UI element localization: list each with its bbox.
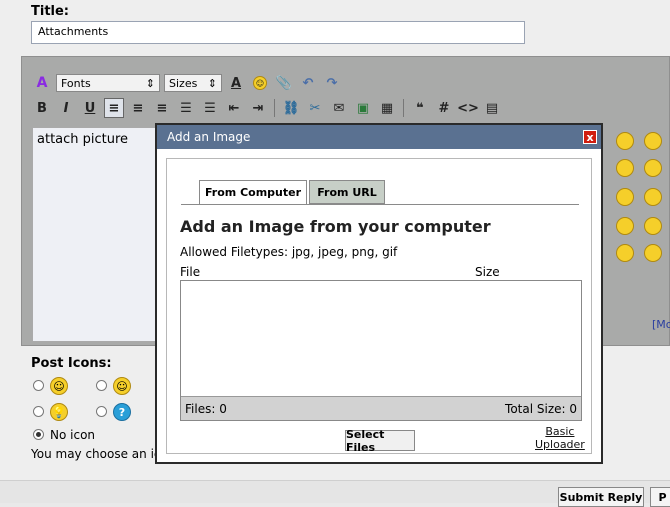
size-select[interactable]: Sizes ⇕ [164, 74, 222, 92]
eek-icon[interactable] [644, 188, 662, 206]
smile-post-icon: ☺ [50, 377, 68, 395]
choose-icon-text: You may choose an ic [31, 447, 161, 461]
smiley-icon[interactable] [616, 132, 634, 150]
bold-button[interactable]: B [32, 98, 52, 118]
align-center-icon[interactable]: ≡ [128, 98, 148, 118]
tongue-icon[interactable] [644, 217, 662, 235]
toolbar-row-1: A Fonts ⇕ Sizes ⇕ A ☺ 📎 ↶ ↷ [32, 72, 342, 94]
tab-divider [181, 204, 579, 205]
question-post-icon: ? [113, 403, 131, 421]
italic-button[interactable]: I [56, 98, 76, 118]
emoticon-picker-icon[interactable]: ☺ [250, 73, 270, 93]
tab-from-url[interactable]: From URL [309, 180, 385, 204]
email-icon[interactable]: ✉ [329, 98, 349, 118]
align-left-icon[interactable]: ≡ [104, 98, 124, 118]
outdent-icon[interactable]: ⇤ [224, 98, 244, 118]
dialog-title: Add an Image [167, 130, 251, 144]
big-grin-icon[interactable] [644, 132, 662, 150]
chevron-updown-icon: ⇕ [207, 76, 217, 90]
video-icon[interactable]: ▦ [377, 98, 397, 118]
message-textarea[interactable]: attach picture [32, 127, 162, 342]
attach-clip-icon[interactable]: 📎 [274, 73, 294, 93]
post-icon-radio[interactable] [96, 406, 107, 417]
file-list-footer: Files: 0 Total Size: 0 [181, 396, 581, 420]
redo-icon[interactable]: ↷ [322, 73, 342, 93]
no-icon-radio[interactable] [33, 429, 44, 440]
laughing-icon[interactable] [644, 159, 662, 177]
total-size: Total Size: 0 [505, 401, 577, 416]
align-right-icon[interactable]: ≡ [152, 98, 172, 118]
submit-reply-button[interactable]: Submit Reply [558, 487, 644, 507]
chevron-updown-icon: ⇕ [145, 76, 155, 90]
size-select-label: Sizes [169, 76, 198, 90]
post-icons-label: Post Icons: [31, 356, 112, 371]
post-icon-radio[interactable] [33, 406, 44, 417]
basic-uploader-link[interactable]: Basic Uploader [535, 425, 585, 451]
title-label: Title: [31, 4, 70, 19]
smiley-icon: ☺ [253, 76, 267, 90]
select-files-button[interactable]: Select Files [345, 428, 415, 454]
upload-heading: Add an Image from your computer [180, 217, 491, 236]
link-icon[interactable]: ⛓ [281, 98, 301, 118]
toolbar-divider [403, 99, 404, 117]
cool-icon[interactable] [616, 188, 634, 206]
hash-button[interactable]: # [434, 98, 454, 118]
post-icon-radio[interactable] [96, 380, 107, 391]
toolbar-divider [274, 99, 275, 117]
basic-uploader-line2: Uploader [535, 438, 585, 451]
basic-uploader-line1: Basic [545, 425, 575, 438]
allowed-filetypes: Allowed Filetypes: jpg, jpeg, png, gif [180, 245, 398, 259]
ordered-list-icon[interactable]: ☰ [176, 98, 196, 118]
underline-button[interactable]: U [80, 98, 100, 118]
unordered-list-icon[interactable]: ☰ [200, 98, 220, 118]
file-list[interactable]: Files: 0 Total Size: 0 [180, 280, 582, 421]
php-icon[interactable]: ▤ [482, 98, 502, 118]
angel-icon[interactable] [644, 244, 662, 262]
unlink-icon[interactable]: ✂ [305, 98, 325, 118]
image-icon[interactable]: ▣ [353, 98, 373, 118]
lightbulb-post-icon: 💡 [50, 403, 68, 421]
dialog-header: Add an Image x [157, 125, 601, 149]
text-color-icon[interactable]: A [226, 73, 246, 93]
surprised-icon[interactable] [616, 159, 634, 177]
font-select[interactable]: Fonts ⇕ [56, 74, 160, 92]
quote-icon[interactable]: ❝ [410, 98, 430, 118]
wink-icon[interactable] [616, 217, 634, 235]
dialog-content: From Computer From URL Add an Image from… [166, 158, 592, 454]
title-input[interactable]: Attachments [31, 21, 525, 44]
code-button[interactable]: <> [457, 98, 479, 118]
close-button[interactable]: x [583, 130, 597, 144]
tab-from-computer[interactable]: From Computer [199, 180, 307, 204]
toolbar-row-2: B I U ≡ ≡ ≡ ☰ ☰ ⇤ ⇥ ⛓ ✂ ✉ ▣ ▦ ❝ # <> ▤ [32, 97, 502, 119]
font-select-label: Fonts [61, 76, 91, 90]
mad-icon[interactable] [616, 244, 634, 262]
indent-icon[interactable]: ⇥ [248, 98, 268, 118]
wink-post-icon: ☺ [113, 377, 131, 395]
undo-icon[interactable]: ↶ [298, 73, 318, 93]
preview-button[interactable]: P [650, 487, 670, 507]
column-size: Size [475, 265, 500, 279]
add-image-dialog: Add an Image x From Computer From URL Ad… [155, 123, 603, 464]
more-smilies-link[interactable]: [Mo [652, 318, 670, 331]
no-icon-label: No icon [50, 428, 96, 442]
files-count: Files: 0 [185, 401, 227, 416]
post-icon-radio[interactable] [33, 380, 44, 391]
font-color-a-icon[interactable]: A [32, 73, 52, 93]
column-file: File [180, 265, 201, 279]
